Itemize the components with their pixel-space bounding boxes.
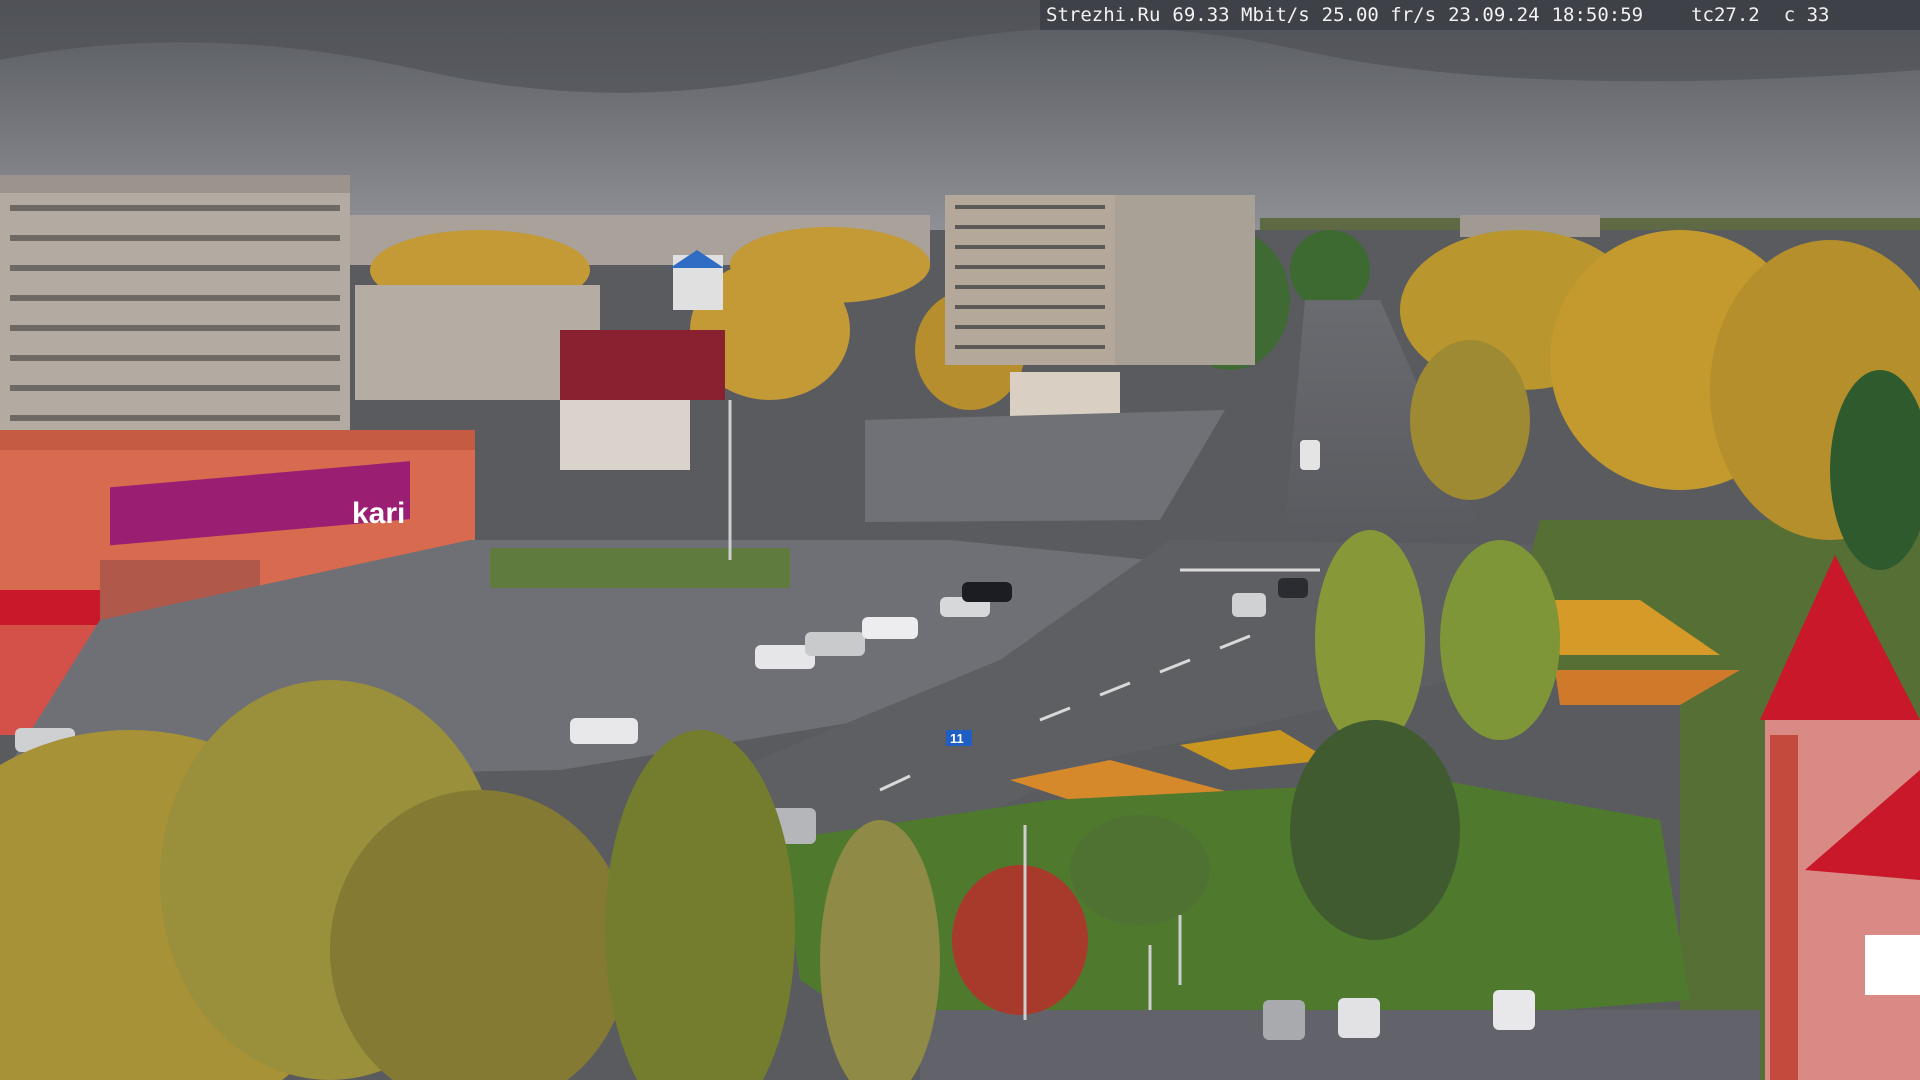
osd-site: Strezhi.Ru [1046, 4, 1161, 26]
osd-bitrate: 69.33 Mbit/s [1172, 4, 1310, 26]
osd-time: 18:50:59 [1551, 4, 1644, 26]
osd-temperature: tc27.2 [1691, 4, 1760, 26]
osd-date: 23.09.24 [1448, 4, 1540, 26]
camera-osd-bar: Strezhi.Ru 69.33 Mbit/s 25.00 fr/s 23.09… [1040, 0, 1920, 30]
osd-framerate: 25.00 fr/s [1321, 4, 1437, 26]
store-sign-brand: kari [352, 497, 405, 530]
road-sign-number: 11 [950, 731, 964, 746]
street-scene: kari 11 [0, 0, 1920, 1080]
central-apartment-tower [945, 195, 1255, 365]
osd-channel: c 33 [1783, 4, 1830, 26]
camera-viewport: kari 11 Strezhi.Ru 69.33 Mbit/s 25.00 fr… [0, 0, 1920, 1080]
plaza-lawn [490, 548, 790, 588]
